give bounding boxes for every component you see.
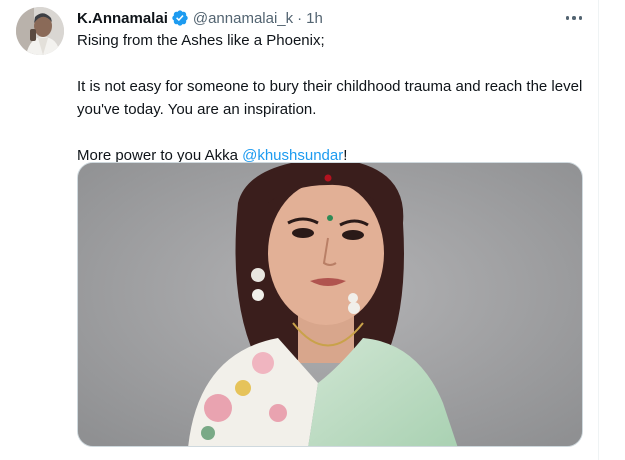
tweet-media-photo[interactable] (77, 162, 583, 447)
separator-dot: · (297, 9, 303, 27)
tweet-text: Rising from the Ashes like a Phoenix; It… (77, 29, 597, 167)
tweet[interactable]: K.Annamalai @annamalai_k · 1h Rising fro… (0, 0, 625, 460)
avatar[interactable] (16, 7, 64, 55)
timestamp[interactable]: 1h (306, 10, 323, 27)
verified-badge-icon (172, 10, 188, 26)
author-handle[interactable]: @annamalai_k (193, 10, 293, 27)
avatar-image (16, 7, 64, 55)
column-divider (598, 0, 599, 460)
tweet-line-1: Rising from the Ashes like a Phoenix; (77, 32, 325, 49)
more-options-icon[interactable] (560, 9, 588, 27)
tweet-line-2: It is not easy for someone to bury their… (77, 78, 587, 118)
photo-image (78, 163, 582, 446)
tweet-header: K.Annamalai @annamalai_k · 1h (77, 8, 323, 28)
author-name[interactable]: K.Annamalai (77, 10, 168, 27)
